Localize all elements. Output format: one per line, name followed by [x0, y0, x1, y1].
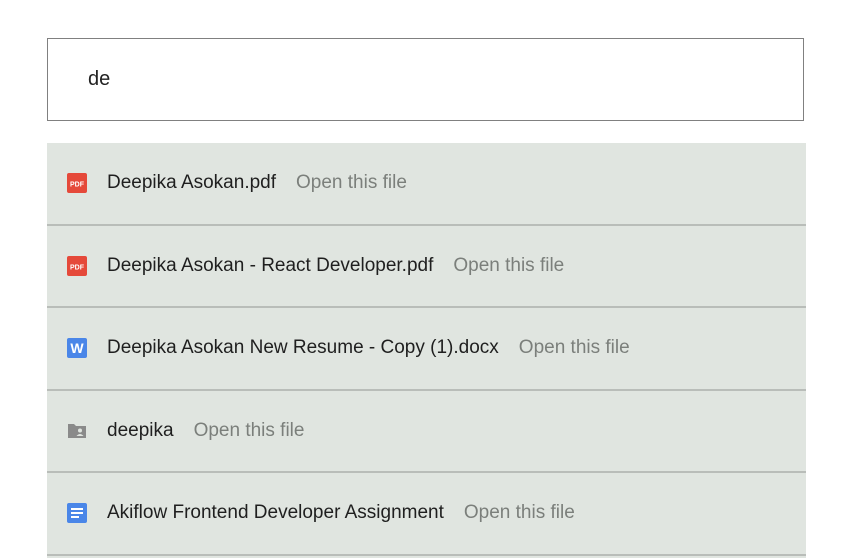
- results-list: PDF Deepika Asokan.pdf Open this file PD…: [47, 143, 806, 558]
- file-name: Deepika Asokan.pdf: [107, 172, 277, 194]
- result-text: Deepika Asokan New Resume - Copy (1).doc…: [107, 337, 630, 359]
- search-box[interactable]: [47, 38, 804, 121]
- svg-text:PDF: PDF: [70, 182, 85, 189]
- result-text: Akiflow Frontend Developer Assignment Op…: [107, 502, 575, 524]
- pdf-icon: PDF: [67, 255, 87, 276]
- open-file-hint: Open this file: [463, 502, 575, 524]
- shared-folder-icon: [67, 421, 87, 441]
- file-name: Akiflow Frontend Developer Assignment: [107, 502, 444, 524]
- open-file-hint: Open this file: [296, 172, 407, 194]
- svg-text:PDF: PDF: [70, 264, 85, 271]
- result-text: deepika Open this file: [107, 420, 304, 442]
- result-text: Deepika Asokan.pdf Open this file: [107, 172, 407, 194]
- file-name: Deepika Asokan New Resume - Copy (1).doc…: [107, 337, 499, 359]
- result-text: Deepika Asokan - React Developer.pdf Ope…: [107, 255, 564, 277]
- file-name: Deepika Asokan - React Developer.pdf: [107, 254, 434, 276]
- svg-text:W: W: [70, 340, 84, 356]
- google-doc-icon: [67, 503, 87, 524]
- result-item[interactable]: Akiflow Frontend Developer Assignment Op…: [47, 473, 806, 556]
- search-input[interactable]: [88, 39, 788, 120]
- result-item[interactable]: W Deepika Asokan New Resume - Copy (1).d…: [47, 308, 806, 391]
- pdf-icon: PDF: [67, 173, 87, 194]
- file-name: deepika: [107, 419, 174, 441]
- result-item[interactable]: deepika Open this file: [47, 391, 806, 473]
- result-item[interactable]: PDF Deepika Asokan - React Developer.pdf…: [47, 226, 806, 308]
- open-file-hint: Open this file: [518, 337, 630, 359]
- open-file-hint: Open this file: [453, 254, 565, 276]
- result-item[interactable]: PDF Deepika Asokan.pdf Open this file: [47, 143, 806, 226]
- open-file-hint: Open this file: [193, 419, 305, 441]
- word-doc-icon: W: [67, 338, 87, 359]
